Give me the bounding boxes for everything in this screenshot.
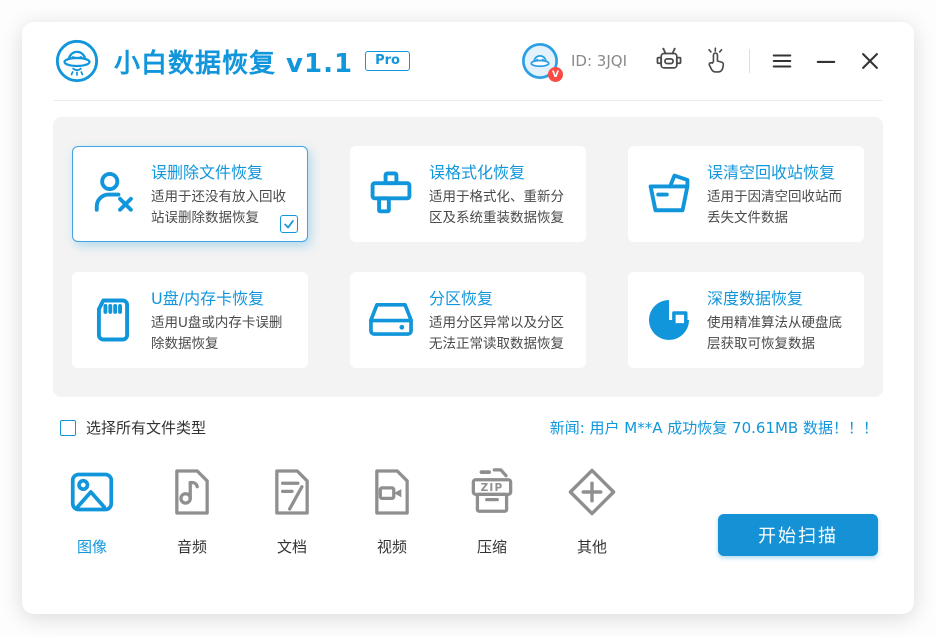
audio-file-icon [164,464,220,520]
file-type-zip[interactable]: ZIP 压缩 [460,464,524,557]
card-title: U盘/内存卡恢复 [151,289,265,309]
card-checkbox[interactable] [280,215,298,233]
zip-file-icon: ZIP [464,464,520,520]
file-type-other[interactable]: 其他 [560,464,624,557]
select-all-checkbox[interactable] [60,419,76,436]
header-divider [749,49,750,73]
start-scan-button[interactable]: 开始扫描 [718,514,878,556]
file-type-label: 音频 [176,538,207,556]
menu-icon[interactable] [768,47,796,75]
card-format-recovery[interactable]: 误格式化恢复 适用于格式化、重新分区及系统重装数据恢复 [350,146,586,242]
app-window: 小白数据恢复 v1.1 Pro V ID: 3JQI 误删除文件恢复 适用于还没… [22,22,914,614]
file-type-document[interactable]: 文档 [260,464,324,557]
document-file-icon [264,464,320,520]
app-logo-icon [54,38,100,84]
app-title: 小白数据恢复 v1.1 [114,48,354,79]
card-title: 分区恢复 [429,289,494,309]
select-all-file-types[interactable]: 选择所有文件类型 [60,417,206,438]
file-type-image[interactable]: 图像 [60,464,124,557]
close-icon[interactable] [856,47,884,75]
news-ticker: 新闻: 用户 M**A 成功恢复 70.61MB 数据！！！ [549,419,878,437]
select-all-label: 选择所有文件类型 [86,419,207,437]
card-title: 误清空回收站恢复 [707,163,836,183]
card-desc: 适用U盘或内存卡误删除数据恢复 [151,315,283,352]
file-type-label: 其他 [576,538,607,556]
robot-icon[interactable] [653,45,685,77]
file-type-audio[interactable]: 音频 [160,464,224,557]
file-type-label: 文档 [276,538,307,556]
header-rule [54,100,882,101]
file-type-video[interactable]: 视频 [360,464,424,557]
card-deep-recovery[interactable]: 深度数据恢复 使用精准算法从硬盘底层获取可恢复数据 [628,272,864,368]
card-usb-sd-recovery[interactable]: U盘/内存卡恢复 适用U盘或内存卡误删除数据恢复 [72,272,308,368]
card-title: 误删除文件恢复 [151,163,264,183]
hard-drive-icon [365,294,417,346]
image-file-icon [64,464,120,520]
deep-scan-icon [643,294,695,346]
card-recycle-bin-recovery[interactable]: 误清空回收站恢复 适用于因清空回收站而丢失文件数据 [628,146,864,242]
vip-badge: V [548,67,563,82]
pro-badge: Pro [365,51,410,71]
other-file-icon [564,464,620,520]
card-title: 深度数据恢复 [707,289,804,309]
recovery-mode-panel: 误删除文件恢复 适用于还没有放入回收站误删除数据恢复 误格式化恢复 适用于格式化… [53,117,883,397]
card-desc: 使用精准算法从硬盘底层获取可恢复数据 [707,315,842,352]
card-partition-recovery[interactable]: 分区恢复 适用分区异常以及分区无法正常读取数据恢复 [350,272,586,368]
svg-text:ZIP: ZIP [481,482,504,494]
format-stamp-icon [365,168,417,220]
pointer-hand-icon[interactable] [699,45,731,77]
card-desc: 适用于还没有放入回收站误删除数据恢复 [151,189,286,226]
sd-card-icon [87,294,139,346]
card-desc: 适用分区异常以及分区无法正常读取数据恢复 [429,315,564,352]
file-type-label: 压缩 [476,538,507,556]
file-type-label: 视频 [376,538,407,556]
user-delete-icon [87,168,139,220]
card-title: 误格式化恢复 [429,163,526,183]
user-id: ID: 3JQI [571,52,627,70]
card-undelete-recovery[interactable]: 误删除文件恢复 适用于还没有放入回收站误删除数据恢复 [72,146,308,242]
card-desc: 适用于格式化、重新分区及系统重装数据恢复 [429,189,564,226]
minimize-icon[interactable] [812,47,840,75]
video-file-icon [364,464,420,520]
title-bar: 小白数据恢复 v1.1 Pro V ID: 3JQI [22,22,914,100]
user-avatar[interactable]: V [521,42,563,82]
recycle-basket-icon [643,168,695,220]
card-desc: 适用于因清空回收站而丢失文件数据 [707,189,842,226]
file-type-label: 图像 [76,538,107,556]
